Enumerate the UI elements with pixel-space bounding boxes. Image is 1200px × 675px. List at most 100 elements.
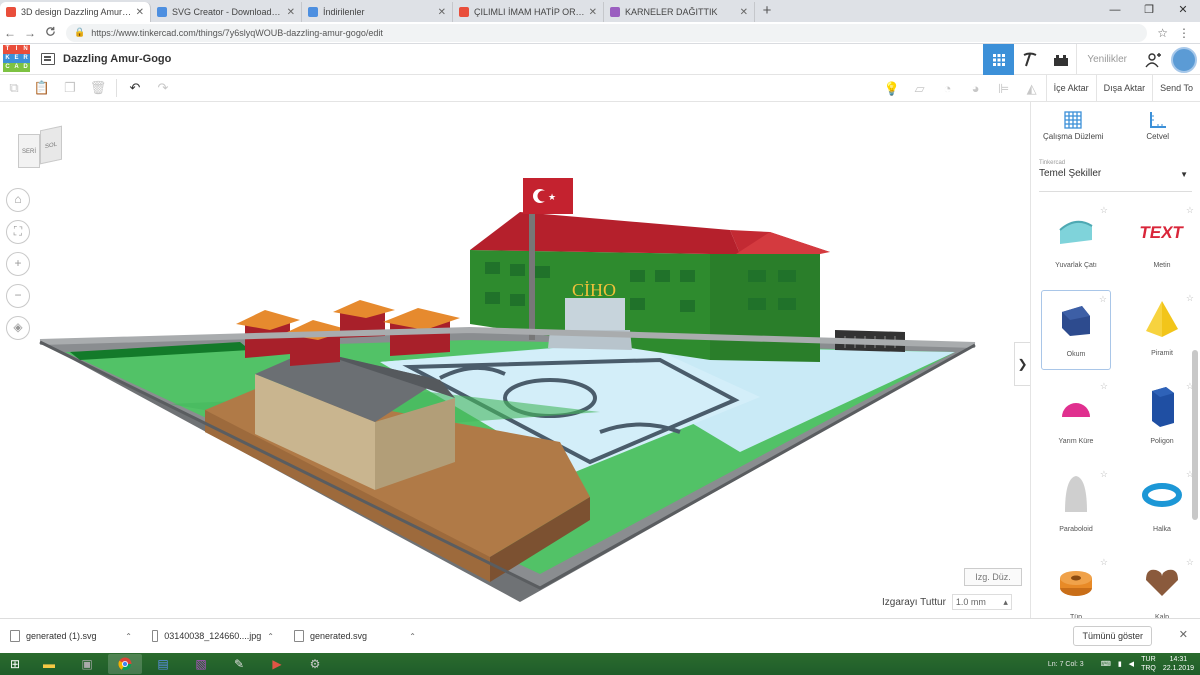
- close-tab-icon[interactable]: ✕: [740, 7, 748, 18]
- taskbar-app-explorer[interactable]: ▬: [32, 654, 66, 674]
- keyboard-icon[interactable]: ⌨: [1101, 660, 1111, 668]
- shape-yarım-küre[interactable]: ☆ Yarım Küre: [1041, 378, 1111, 458]
- home-view-button[interactable]: ⌂: [6, 188, 30, 212]
- favorite-star-icon[interactable]: ☆: [1099, 294, 1107, 305]
- download-item[interactable]: generated (1).svg ⌃: [0, 630, 142, 642]
- forward-button[interactable]: →: [20, 26, 40, 40]
- maximize-button[interactable]: ❐: [1132, 0, 1166, 22]
- favorite-star-icon[interactable]: ☆: [1100, 381, 1108, 392]
- view-cube-front[interactable]: SERİ: [18, 134, 40, 168]
- chevron-up-icon[interactable]: ⌃: [267, 632, 274, 641]
- favorite-star-icon[interactable]: ☆: [1100, 469, 1108, 480]
- download-item[interactable]: 03140038_124660....jpg ⌃: [142, 630, 284, 642]
- design-menu-icon[interactable]: [41, 53, 55, 65]
- new-tab-button[interactable]: +: [755, 2, 779, 22]
- browser-tab[interactable]: ÇILIMLI İMAM HATİP ORTAOKU ✕: [453, 2, 604, 22]
- user-avatar[interactable]: [1171, 46, 1197, 73]
- taskbar-app-chrome[interactable]: [108, 654, 142, 674]
- favorite-star-icon[interactable]: ☆: [1186, 557, 1194, 568]
- shape-category-select[interactable]: Tinkercad Temel Şekiller ▼: [1039, 160, 1192, 192]
- add-user-button[interactable]: [1137, 44, 1168, 75]
- back-button[interactable]: ←: [0, 26, 20, 40]
- shape-metin[interactable]: ☆ TEXT Metin: [1127, 202, 1197, 282]
- url-bar[interactable]: 🔒 https://www.tinkercad.com/things/7y6sl…: [66, 23, 1148, 42]
- 3d-scene[interactable]: CİHO ★: [0, 102, 1030, 618]
- browser-tab[interactable]: KARNELER DAĞITTIK ✕: [604, 2, 755, 22]
- delete-icon[interactable]: 🗑: [84, 80, 112, 96]
- shape-okum[interactable]: ☆ Okum: [1041, 290, 1111, 370]
- download-item[interactable]: generated.svg ⌃: [284, 630, 426, 642]
- favorite-star-icon[interactable]: ☆: [1100, 205, 1108, 216]
- note-icon[interactable]: ▱: [906, 81, 934, 97]
- blocks-button[interactable]: [1014, 44, 1045, 75]
- shape-poligon[interactable]: ☆ Poligon: [1127, 378, 1197, 458]
- reload-button[interactable]: [40, 26, 60, 40]
- light-bulb-icon[interactable]: 💡: [878, 81, 906, 97]
- align-icon[interactable]: ⊫: [990, 81, 1018, 97]
- bookmark-star-icon[interactable]: ☆: [1157, 26, 1168, 40]
- browser-tab[interactable]: 3D design Dazzling Amur-Gogo ✕: [0, 2, 151, 22]
- tinkercad-logo[interactable]: TINKERCAD: [3, 45, 31, 73]
- chrome-menu-icon[interactable]: ⋮: [1178, 26, 1190, 40]
- mirror-icon[interactable]: ◭: [1018, 81, 1046, 97]
- copy-icon[interactable]: ⧉: [0, 80, 28, 96]
- whats-new-link[interactable]: Yenilikler: [1076, 44, 1137, 75]
- export-button[interactable]: Dışa Aktar: [1095, 75, 1153, 102]
- group-icon[interactable]: ◔: [934, 81, 962, 96]
- chevron-up-icon[interactable]: ⌃: [409, 632, 416, 641]
- close-tab-icon[interactable]: ✕: [287, 7, 295, 18]
- taskbar-app-onenote[interactable]: ▧: [184, 654, 218, 674]
- close-tab-icon[interactable]: ✕: [589, 7, 597, 18]
- collapse-panel-button[interactable]: ❯: [1014, 342, 1030, 386]
- zoom-out-button[interactable]: −: [6, 284, 30, 308]
- zoom-in-button[interactable]: +: [6, 252, 30, 276]
- network-icon[interactable]: ▮: [1118, 660, 1122, 668]
- volume-icon[interactable]: ◀: [1129, 660, 1134, 668]
- favorite-star-icon[interactable]: ☆: [1100, 557, 1108, 568]
- import-button[interactable]: İçe Aktar: [1045, 75, 1096, 102]
- close-tab-icon[interactable]: ✕: [438, 7, 446, 18]
- 3d-view-button[interactable]: [983, 44, 1015, 75]
- fit-view-button[interactable]: ⛶: [6, 220, 30, 244]
- shape-kalp[interactable]: ☆ Kalp: [1127, 554, 1197, 618]
- taskbar-app-word[interactable]: ▤: [146, 654, 180, 674]
- start-button[interactable]: ⊞: [0, 657, 30, 671]
- taskbar-app-powerpoint[interactable]: ▶: [260, 654, 294, 674]
- shape-paraboloid[interactable]: ☆ Paraboloid: [1041, 466, 1111, 546]
- chevron-up-icon[interactable]: ⌃: [125, 632, 132, 641]
- taskbar-app-media[interactable]: ▣: [70, 654, 104, 674]
- taskbar-app-settings[interactable]: ⚙: [298, 654, 332, 674]
- system-clock[interactable]: 14:31 22.1.2019: [1163, 655, 1194, 673]
- panel-scrollbar[interactable]: [1192, 350, 1198, 520]
- language-indicator[interactable]: TUR TRQ: [1141, 655, 1156, 673]
- design-title[interactable]: Dazzling Amur-Gogo: [63, 53, 171, 65]
- 3d-workplane[interactable]: CİHO ★ SERİ SOL ⌂ ⛶ + − ◈ Izg. Düz. Izga…: [0, 102, 1030, 618]
- view-cube-side[interactable]: SOL: [40, 125, 62, 165]
- shape-piramit[interactable]: ☆ Piramit: [1127, 290, 1197, 370]
- ruler-tool[interactable]: Cetvel: [1123, 110, 1193, 154]
- bricks-button[interactable]: [1045, 44, 1076, 75]
- browser-tab[interactable]: SVG Creator - Download your SVG ✕: [151, 2, 302, 22]
- browser-tab[interactable]: İndirilenler ✕: [302, 2, 453, 22]
- minimize-button[interactable]: —: [1098, 0, 1132, 22]
- edit-grid-button[interactable]: Izg. Düz.: [964, 568, 1022, 586]
- redo-icon[interactable]: ↷: [149, 80, 177, 96]
- workplane-tool[interactable]: Çalışma Düzlemi: [1038, 110, 1108, 154]
- shape-yuvarlak-çatı[interactable]: ☆ Yuvarlak Çatı: [1041, 202, 1111, 282]
- snap-grid-select[interactable]: 1.0 mm ▴: [951, 594, 1012, 610]
- undo-icon[interactable]: ↶: [121, 80, 149, 96]
- close-tab-icon[interactable]: ✕: [136, 7, 144, 18]
- ungroup-icon[interactable]: ◕: [962, 81, 990, 96]
- favorite-star-icon[interactable]: ☆: [1186, 293, 1194, 304]
- close-downloads-icon[interactable]: ✕: [1179, 628, 1188, 641]
- show-all-downloads-button[interactable]: Tümünü göster: [1073, 626, 1152, 646]
- shape-halka[interactable]: ☆ Halka: [1127, 466, 1197, 546]
- perspective-button[interactable]: ◈: [6, 316, 30, 340]
- shape-tüp[interactable]: ☆ Tüp: [1041, 554, 1111, 618]
- paste-icon[interactable]: 📋: [28, 80, 56, 96]
- favorite-star-icon[interactable]: ☆: [1186, 205, 1194, 216]
- close-window-button[interactable]: ✕: [1166, 0, 1200, 22]
- duplicate-icon[interactable]: ❐: [56, 80, 84, 96]
- send-to-button[interactable]: Send To: [1152, 75, 1200, 102]
- taskbar-app-paint[interactable]: ✎: [222, 654, 256, 674]
